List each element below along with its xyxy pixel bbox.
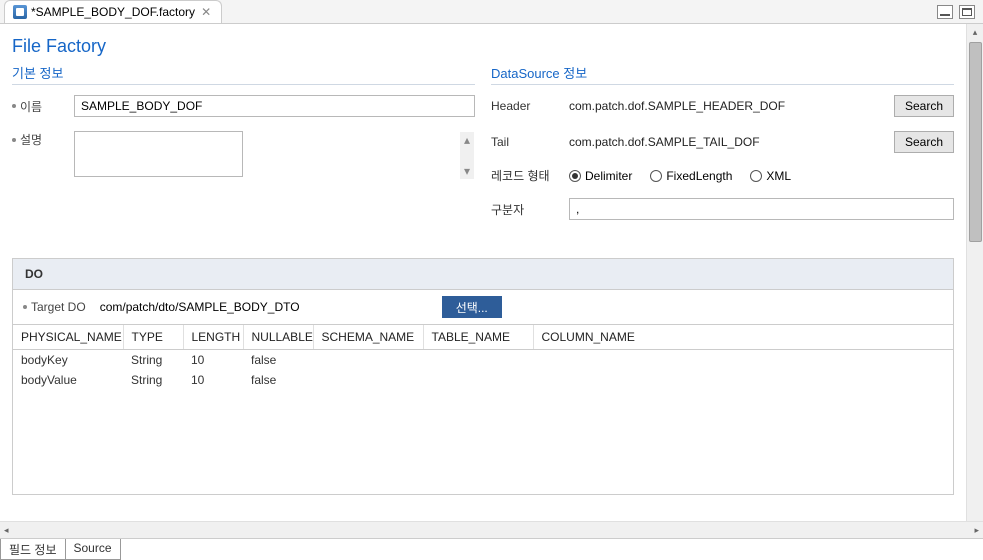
grid-header-row: PHYSICAL_NAME TYPE LENGTH NULLABLE SCHEM… (13, 325, 953, 350)
do-panel: DO Target DO com/patch/dto/SAMPLE_BODY_D… (12, 258, 954, 495)
do-panel-title: DO (13, 259, 953, 290)
col-column[interactable]: COLUMN_NAME (533, 325, 953, 350)
header-label: Header (491, 99, 561, 113)
header-value: com.patch.dof.SAMPLE_HEADER_DOF (569, 99, 886, 113)
tab-source[interactable]: Source (65, 539, 121, 560)
record-type-label: 레코드 형태 (491, 167, 561, 184)
target-do-value: com/patch/dto/SAMPLE_BODY_DTO (94, 300, 434, 314)
radio-delimiter[interactable]: Delimiter (569, 169, 632, 183)
name-label: 이름 (12, 98, 74, 115)
tail-value: com.patch.dof.SAMPLE_TAIL_DOF (569, 135, 886, 149)
col-schema[interactable]: SCHEMA_NAME (313, 325, 423, 350)
scroll-thumb[interactable] (969, 42, 982, 242)
bullet-icon (23, 305, 27, 309)
radio-selected-icon (569, 170, 581, 182)
do-grid[interactable]: PHYSICAL_NAME TYPE LENGTH NULLABLE SCHEM… (13, 324, 953, 494)
radio-unselected-icon (650, 170, 662, 182)
scroll-right-icon: ▸ (972, 525, 981, 536)
factory-file-icon (13, 5, 27, 19)
col-type[interactable]: TYPE (123, 325, 183, 350)
desc-textarea[interactable] (74, 131, 243, 177)
tail-search-button[interactable]: Search (894, 131, 954, 153)
select-do-button[interactable]: 선택... (442, 296, 502, 318)
col-nullable[interactable]: NULLABLE (243, 325, 313, 350)
col-length[interactable]: LENGTH (183, 325, 243, 350)
datasource-section: DataSource 정보 Header com.patch.dof.SAMPL… (491, 63, 954, 234)
editor-tab-title: *SAMPLE_BODY_DOF.factory (31, 5, 195, 19)
bullet-icon (12, 138, 16, 142)
record-type-radiogroup: Delimiter FixedLength XML (569, 169, 791, 183)
scroll-up-icon: ▴ (464, 133, 470, 147)
header-search-button[interactable]: Search (894, 95, 954, 117)
editor-tabbar: *SAMPLE_BODY_DOF.factory ✕ (0, 0, 983, 24)
radio-unselected-icon (750, 170, 762, 182)
maximize-button[interactable] (959, 5, 975, 19)
tail-label: Tail (491, 135, 561, 149)
desc-label: 설명 (12, 131, 74, 148)
scroll-down-icon: ▾ (464, 164, 470, 178)
delimiter-label: 구분자 (491, 201, 561, 218)
radio-fixedlength[interactable]: FixedLength (650, 169, 732, 183)
bottom-tabbar: 필드 정보 Source (0, 538, 983, 560)
radio-xml[interactable]: XML (750, 169, 791, 183)
table-row[interactable]: bodyValue String 10 false (13, 370, 953, 390)
minimize-button[interactable] (937, 5, 953, 19)
textarea-scrollbar[interactable]: ▴ ▾ (460, 132, 474, 179)
col-physical[interactable]: PHYSICAL_NAME (13, 325, 123, 350)
editor-tab-active[interactable]: *SAMPLE_BODY_DOF.factory ✕ (4, 0, 222, 23)
page-title: File Factory (12, 36, 954, 57)
tab-field-info[interactable]: 필드 정보 (0, 539, 66, 560)
vertical-scrollbar[interactable]: ▴ (966, 24, 983, 521)
scroll-up-icon: ▴ (973, 26, 978, 40)
content-scrollpane: File Factory 기본 정보 이름 설명 (0, 24, 983, 521)
col-table[interactable]: TABLE_NAME (423, 325, 533, 350)
name-input[interactable] (74, 95, 475, 117)
horizontal-scrollbar[interactable]: ◂ ▸ (0, 521, 983, 538)
basic-section-title: 기본 정보 (12, 63, 475, 85)
editor-window-controls (937, 5, 983, 19)
target-do-label: Target DO (23, 300, 86, 314)
basic-info-section: 기본 정보 이름 설명 (12, 63, 475, 234)
scroll-left-icon: ◂ (2, 525, 11, 536)
table-row[interactable]: bodyKey String 10 false (13, 350, 953, 371)
close-icon[interactable]: ✕ (199, 5, 213, 19)
delimiter-input[interactable] (569, 198, 954, 220)
ds-section-title: DataSource 정보 (491, 63, 954, 85)
bullet-icon (12, 104, 16, 108)
